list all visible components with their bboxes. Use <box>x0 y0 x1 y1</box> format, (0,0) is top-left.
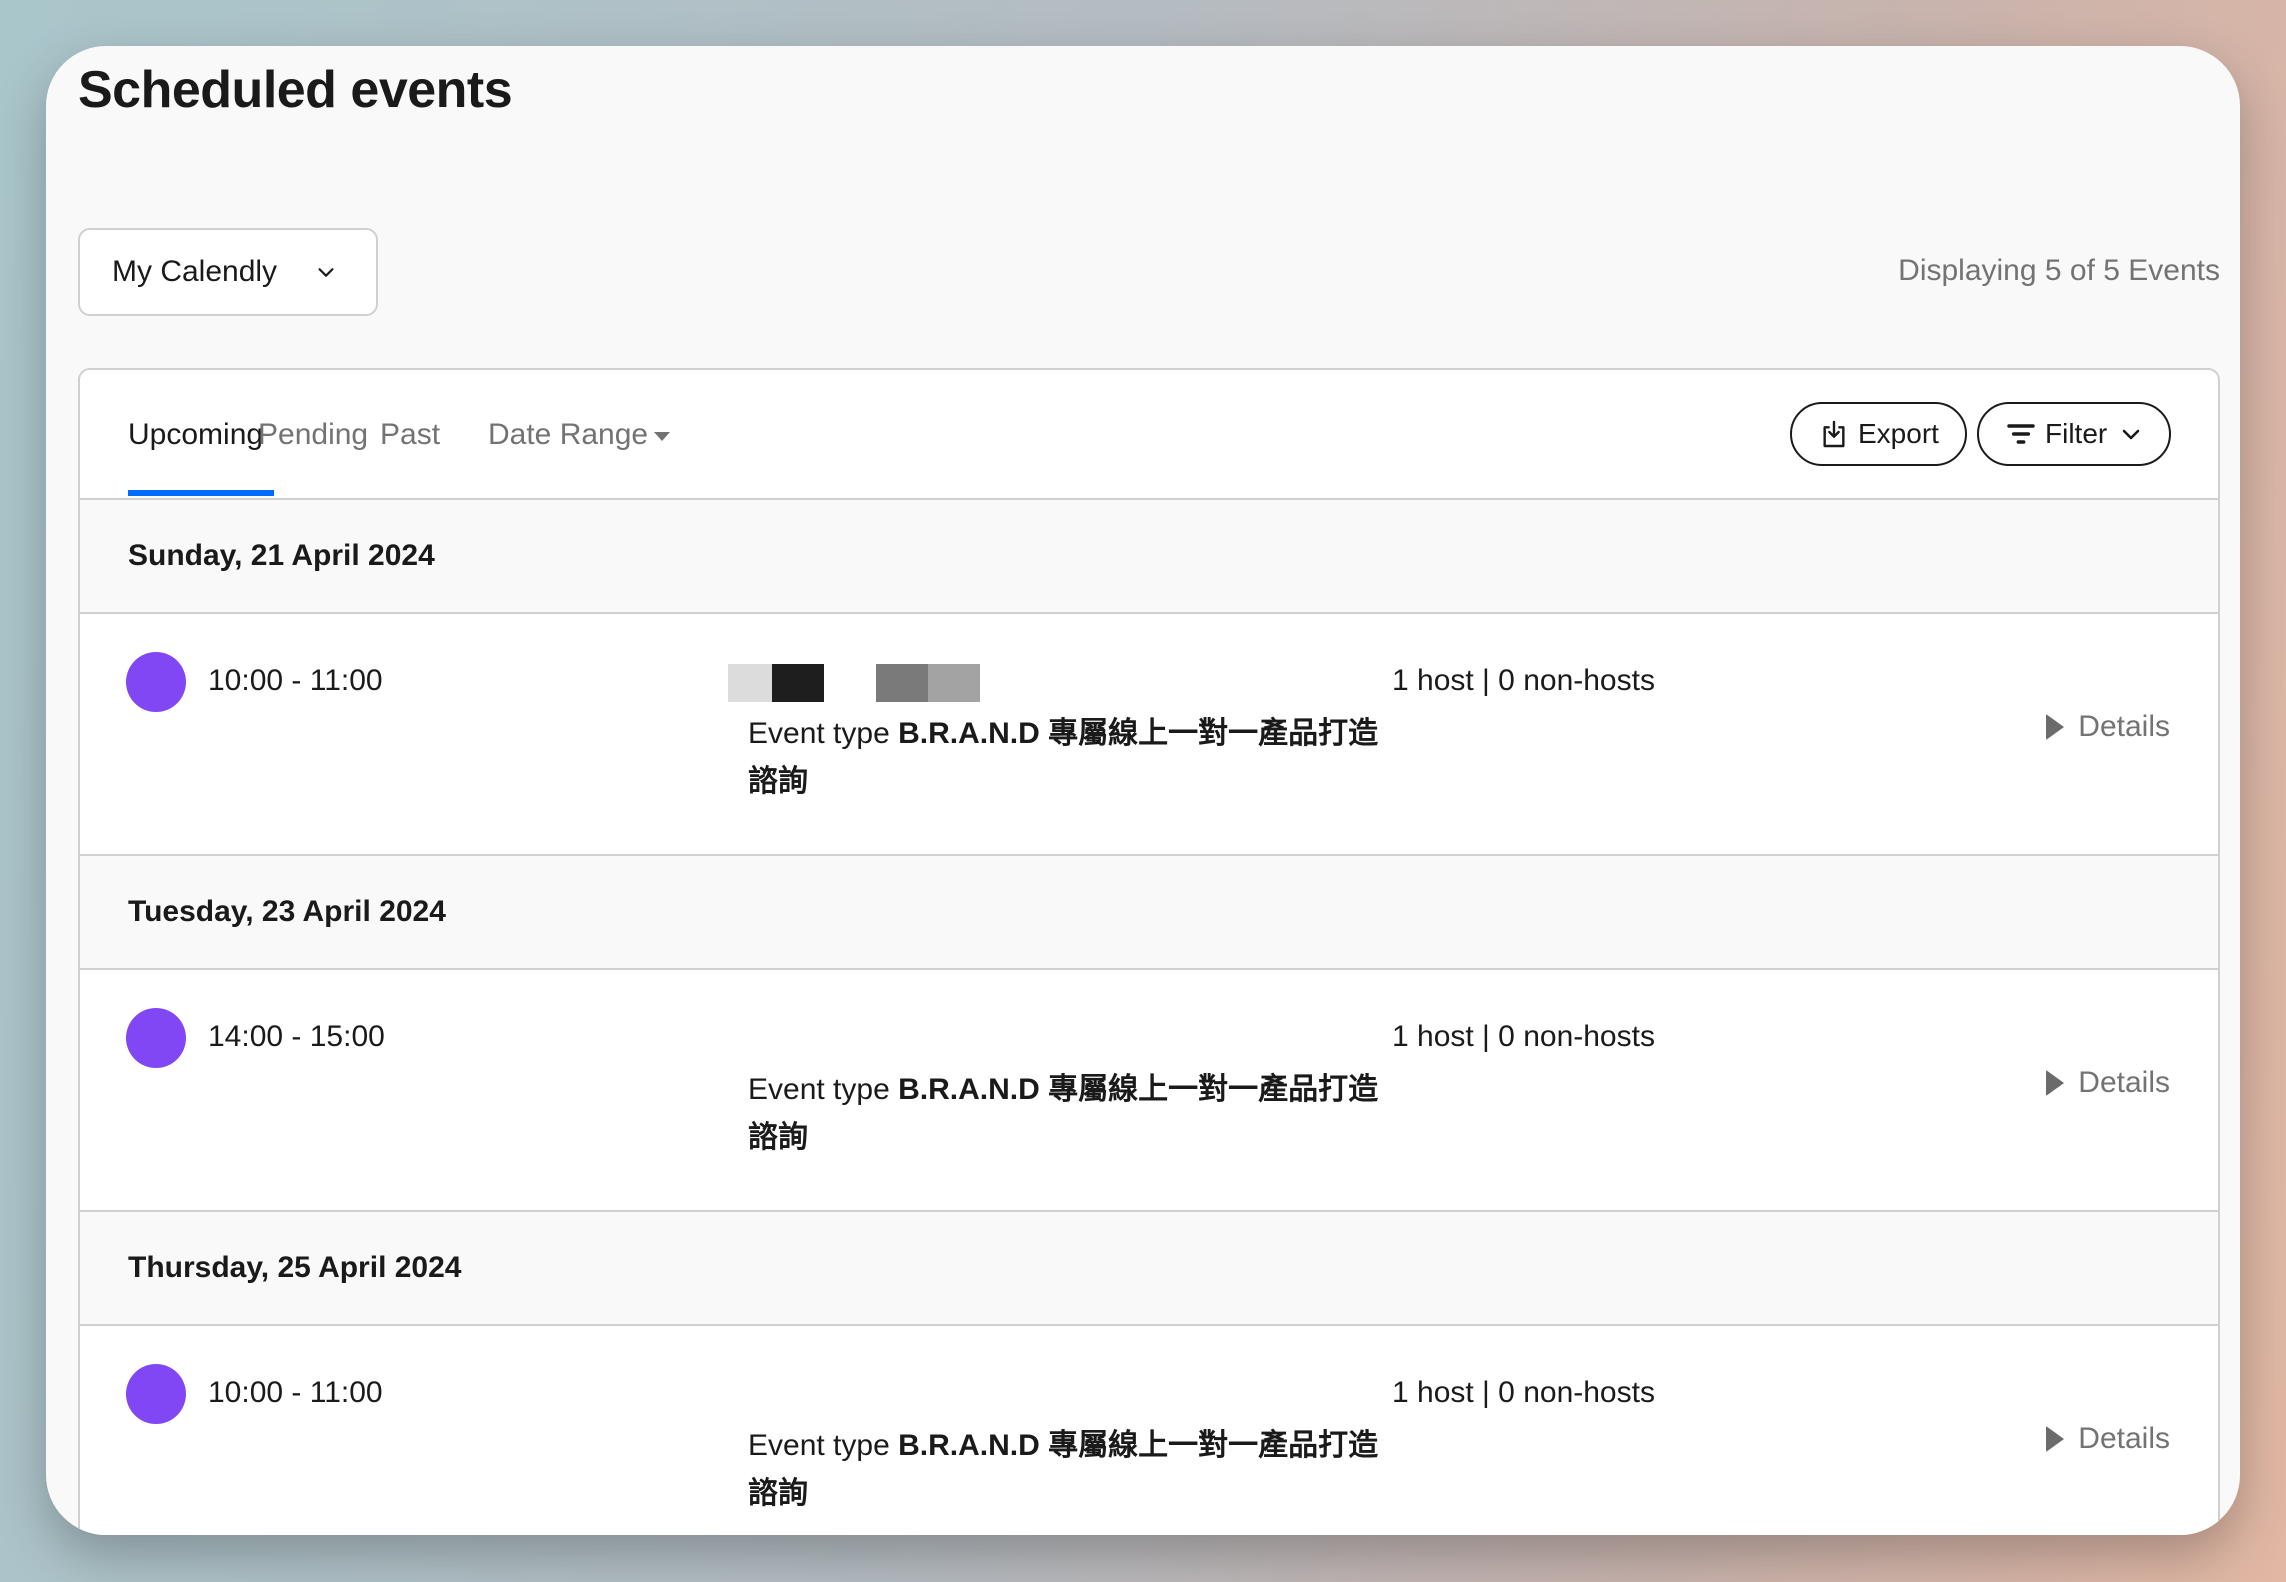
event-hosts: 1 host | 0 non-hosts <box>1392 1020 1655 1053</box>
event-type-label: Event type <box>748 717 890 750</box>
details-label: Details <box>2078 1066 2170 1099</box>
export-label: Export <box>1858 418 1939 449</box>
date-header: Thursday, 25 April 2024 <box>80 1212 2218 1326</box>
calendar-select-value: My Calendly <box>112 255 278 288</box>
event-hosts: 1 host | 0 non-hosts <box>1392 664 1655 697</box>
tab-date-range[interactable]: Date Range <box>488 418 671 452</box>
tab-pending[interactable]: Pending <box>258 418 368 452</box>
caret-right-icon <box>2046 1426 2065 1452</box>
app-window: Scheduled events My Calendly Displaying … <box>46 46 2240 1535</box>
chevron-down-icon <box>318 268 334 277</box>
date-header: Tuesday, 23 April 2024 <box>80 856 2218 970</box>
filter-label: Filter <box>2045 418 2108 449</box>
details-label: Details <box>2078 1422 2170 1455</box>
event-color-dot <box>126 652 186 712</box>
event-color-dot <box>126 1364 186 1424</box>
filter-button[interactable]: Filter <box>1977 402 2172 466</box>
event-type: Event type B.R.A.N.D 專屬線上一對一產品打造諮詢 <box>748 1422 1388 1518</box>
caret-down-icon <box>654 431 671 441</box>
redacted-invitee-name <box>728 664 980 702</box>
filter-icon <box>2007 424 2035 444</box>
event-time: 10:00 - 11:00 <box>208 1376 383 1409</box>
event-hosts: 1 host | 0 non-hosts <box>1392 1376 1655 1409</box>
events-count: Displaying 5 of 5 Events <box>1898 254 2220 287</box>
active-tab-indicator <box>128 490 274 496</box>
event-color-dot <box>126 1008 186 1068</box>
event-row[interactable]: 14:00 - 15:00 1 host | 0 non-hosts Event… <box>80 970 2218 1212</box>
events-card: Upcoming Pending Past Date Range Export … <box>78 368 2220 1535</box>
event-type-label: Event type <box>748 1429 890 1462</box>
details-toggle[interactable]: Details <box>2046 1422 2170 1456</box>
event-type-label: Event type <box>748 1073 890 1106</box>
tab-date-range-label: Date Range <box>488 418 649 451</box>
export-button[interactable]: Export <box>1790 402 1967 466</box>
caret-right-icon <box>2046 1070 2065 1096</box>
details-label: Details <box>2078 710 2170 743</box>
event-type: Event type B.R.A.N.D 專屬線上一對一產品打造諮詢 <box>748 1066 1388 1162</box>
event-time: 14:00 - 15:00 <box>208 1020 385 1053</box>
event-type: Event type B.R.A.N.D 專屬線上一對一產品打造諮詢 <box>748 710 1388 806</box>
chevron-down-icon <box>2122 429 2140 440</box>
tab-bar: Upcoming Pending Past Date Range Export … <box>80 370 2218 500</box>
calendar-select[interactable]: My Calendly <box>78 228 378 316</box>
details-toggle[interactable]: Details <box>2046 1066 2170 1100</box>
page-title: Scheduled events <box>78 61 513 119</box>
event-row[interactable]: 10:00 - 11:00 1 host | 0 non-hosts Event… <box>80 1326 2218 1535</box>
date-header: Sunday, 21 April 2024 <box>80 500 2218 614</box>
tab-past[interactable]: Past <box>380 418 440 452</box>
event-time: 10:00 - 11:00 <box>208 664 383 697</box>
details-toggle[interactable]: Details <box>2046 710 2170 744</box>
event-row[interactable]: 10:00 - 11:00 1 host | 0 non-hosts Event… <box>80 614 2218 856</box>
tab-upcoming[interactable]: Upcoming <box>128 418 263 452</box>
caret-right-icon <box>2046 714 2065 740</box>
export-download-icon <box>1823 420 1845 448</box>
